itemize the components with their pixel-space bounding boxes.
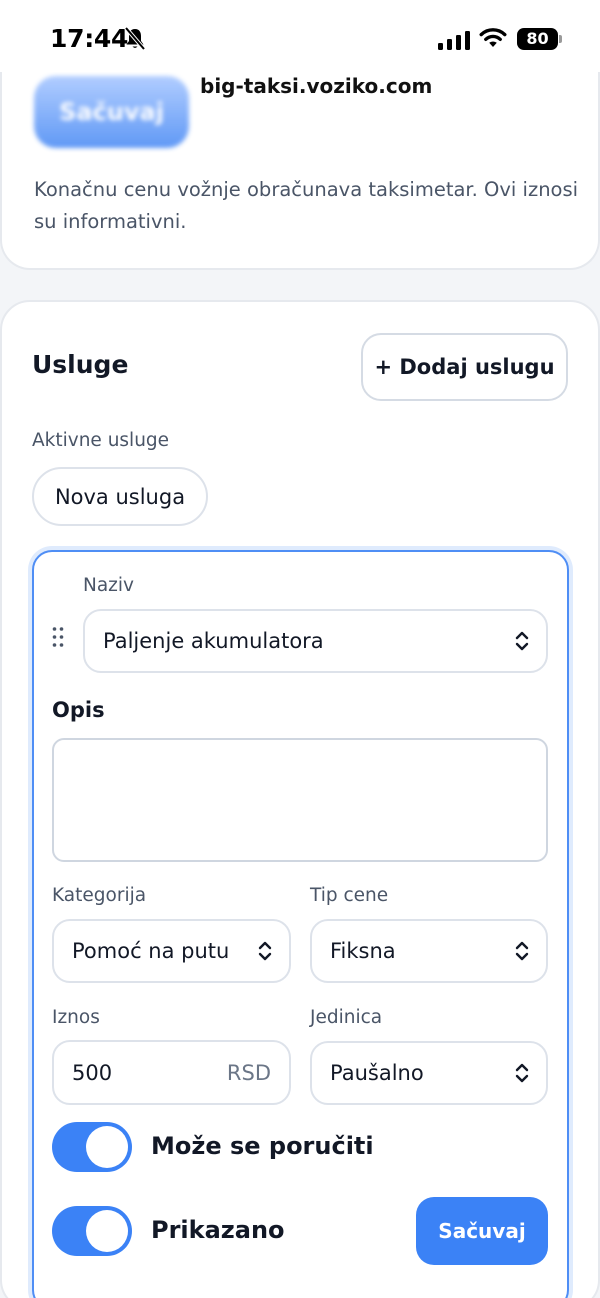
toggle-knob xyxy=(86,1210,128,1252)
chevron-up-down-icon xyxy=(515,1063,529,1083)
description-textarea[interactable] xyxy=(52,738,548,862)
name-select-value: Paljenje akumulatora xyxy=(103,629,324,653)
status-bar: 17:44 80 xyxy=(0,0,600,72)
name-label: Naziv xyxy=(83,575,134,596)
shown-toggle[interactable] xyxy=(52,1206,132,1256)
status-time: 17:44 xyxy=(50,24,129,53)
battery-tip xyxy=(559,35,562,43)
category-label: Kategorija xyxy=(52,885,147,906)
chevron-up-down-icon xyxy=(515,631,529,651)
chevron-up-down-icon xyxy=(258,941,272,961)
service-chip[interactable]: Nova usluga xyxy=(32,467,208,526)
orderable-toggle[interactable] xyxy=(52,1122,132,1172)
unit-select-value: Paušalno xyxy=(330,1061,424,1085)
add-service-button[interactable]: + Dodaj uslugu xyxy=(361,333,568,401)
wifi-icon xyxy=(479,28,507,47)
category-select-value: Pomoć na putu xyxy=(72,939,230,963)
price-type-label: Tip cene xyxy=(310,885,389,906)
save-service-button[interactable]: Sačuvaj xyxy=(416,1197,548,1265)
amount-label: Iznos xyxy=(52,1007,100,1028)
category-select[interactable]: Pomoć na putu xyxy=(52,919,291,983)
description-label: Opis xyxy=(52,698,105,722)
services-title: Usluge xyxy=(32,350,129,379)
orderable-label: Može se poručiti xyxy=(151,1132,374,1160)
cellular-signal-icon xyxy=(438,31,470,50)
drag-handle-icon[interactable] xyxy=(51,626,65,648)
taximeter-info-text: Konačnu cenu vožnje obračunava taksimeta… xyxy=(34,178,579,233)
name-select[interactable]: Paljenje akumulatora xyxy=(83,609,548,673)
toggle-knob xyxy=(86,1126,128,1168)
battery-icon: 80 xyxy=(517,28,558,50)
amount-input[interactable]: 500 RSD xyxy=(52,1040,291,1105)
unit-select[interactable]: Paušalno xyxy=(310,1041,548,1105)
bell-slash-icon xyxy=(124,26,146,51)
unit-label: Jedinica xyxy=(310,1007,383,1028)
price-type-select-value: Fiksna xyxy=(330,939,396,963)
shown-label: Prikazano xyxy=(151,1216,285,1244)
chevron-up-down-icon xyxy=(515,941,529,961)
price-type-select[interactable]: Fiksna xyxy=(310,919,548,983)
domain-label: big-taksi.voziko.com xyxy=(200,74,433,98)
pricing-save-button[interactable]: Sačuvaj xyxy=(34,76,189,148)
currency-suffix: RSD xyxy=(226,1061,271,1085)
amount-value: 500 xyxy=(72,1061,113,1085)
active-services-label: Aktivne usluge xyxy=(32,430,170,451)
